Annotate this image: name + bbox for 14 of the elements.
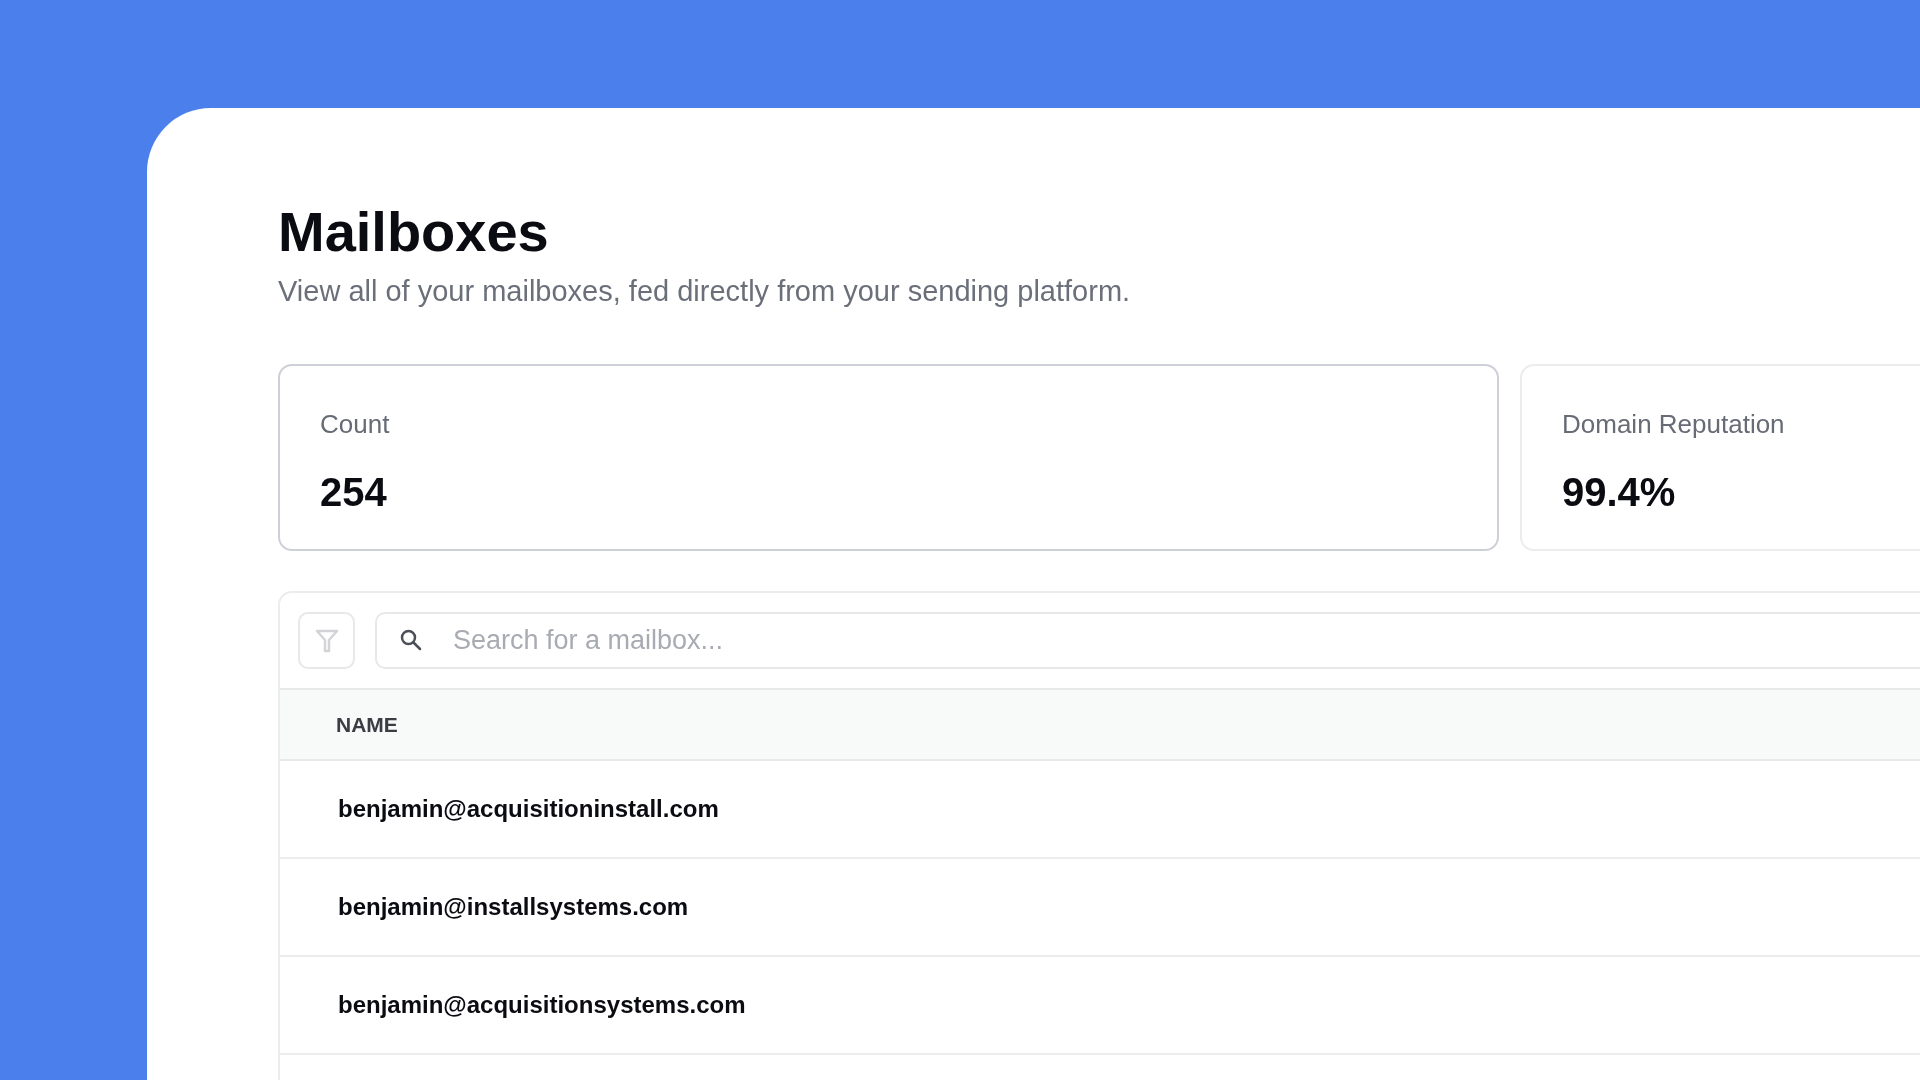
- page-title: Mailboxes: [278, 200, 549, 264]
- filter-icon: [314, 627, 339, 654]
- page-subtitle: View all of your mailboxes, fed directly from your sending platform.: [278, 275, 1131, 307]
- column-header: NAME: [336, 711, 398, 738]
- search-icon: [399, 628, 423, 652]
- stat-label: Domain Reputation: [1562, 408, 1785, 441]
- table-cell-text: benjamin@installsystems.com: [338, 892, 689, 922]
- search-field[interactable]: Search for a mailbox...: [375, 612, 1920, 669]
- table-cell-text: benjamin@acquisitionsystems.com: [338, 990, 746, 1020]
- filter-button[interactable]: [298, 612, 355, 669]
- stat-label: Count: [320, 408, 390, 441]
- table-cell-text: benjamin@acquisitioninstall.com: [338, 794, 719, 824]
- stat-value: 99.4%: [1562, 469, 1676, 516]
- stat-value: 254: [320, 469, 387, 516]
